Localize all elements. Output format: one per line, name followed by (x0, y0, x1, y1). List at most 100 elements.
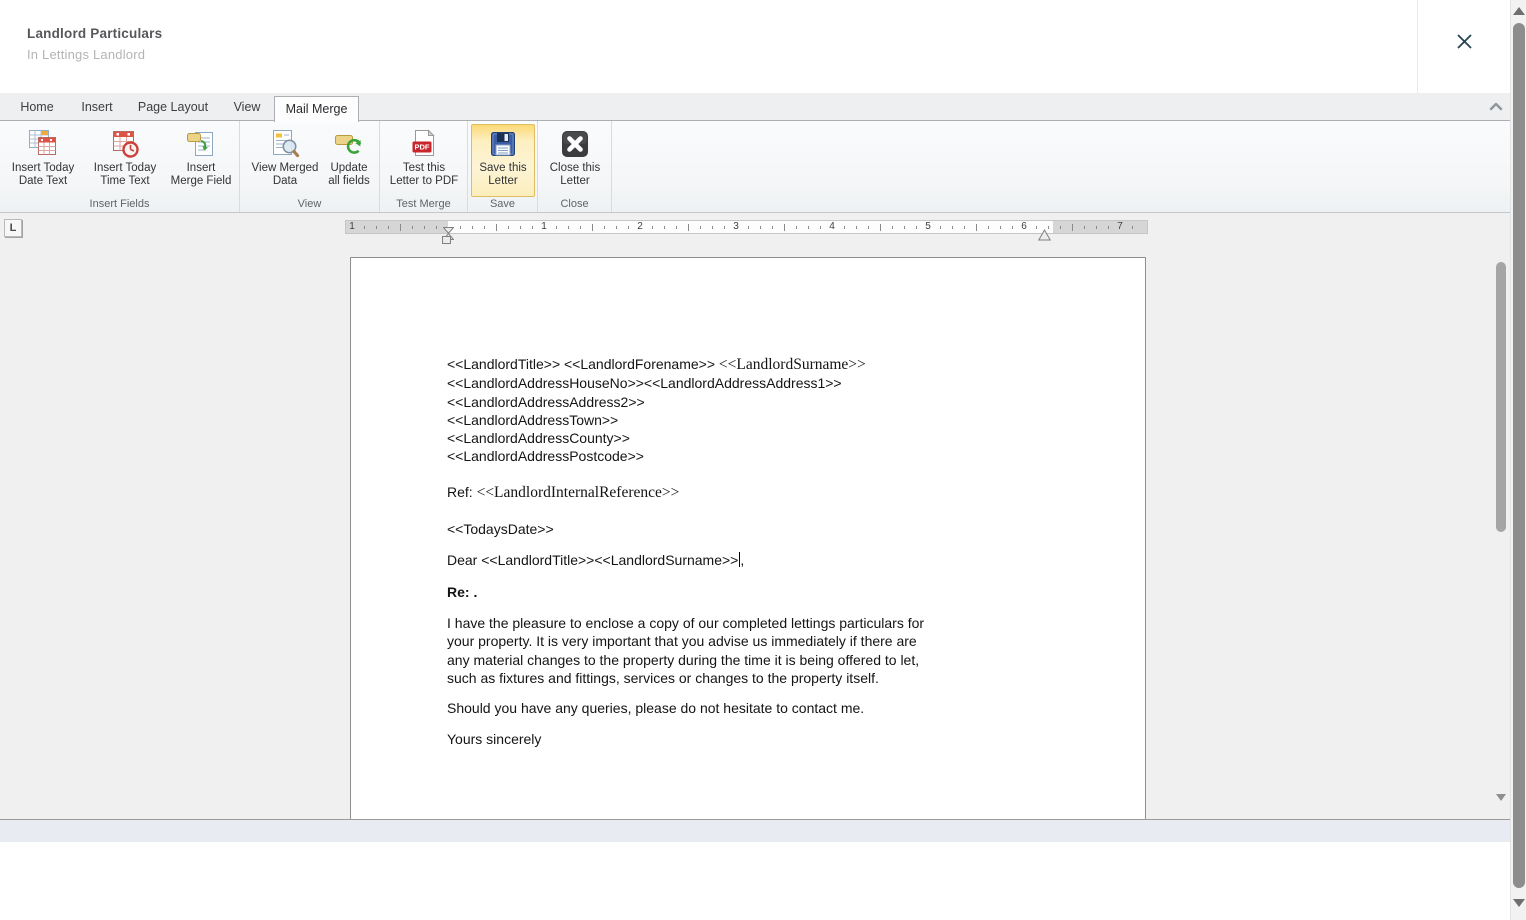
ruler-tick (460, 226, 461, 229)
ribbon-tab-bar: Home Insert Page Layout View Mail Merge (0, 93, 1510, 122)
ruler-number: 1 (541, 221, 547, 232)
pdf-icon: PDF (408, 128, 440, 160)
ruler-number: 3 (733, 221, 739, 232)
address-line: <<LandlordAddressPostcode>> (447, 448, 644, 465)
close-this-letter-button[interactable]: Close this Letter (540, 124, 610, 197)
ruler-tick (904, 226, 905, 229)
page-scroll-up-button[interactable] (1513, 7, 1525, 17)
ribbon-group-insert-fields: Insert Today Date Text Insert Today Time… (0, 121, 240, 212)
ruler-tick (1084, 226, 1085, 229)
subject-line: Re: . (447, 583, 478, 600)
ruler-tick (1132, 226, 1133, 229)
ribbon-group-view: View Merged Data Update all fields View (240, 121, 380, 212)
button-label: Insert Today Time Text (93, 162, 157, 187)
ruler-tick (1072, 224, 1073, 231)
ruler-tick (724, 226, 725, 229)
ruler-tick (856, 226, 857, 229)
salutation-line: Dear <<LandlordTitle>><<LandlordSurname>… (447, 552, 745, 569)
ruler-number: 6 (1021, 221, 1027, 232)
ruler-tick (424, 226, 425, 229)
insert-merge-field-button[interactable]: Insert Merge Field (166, 124, 236, 197)
address-line: <<LandlordAddressHouseNo>><<LandlordAddr… (447, 375, 842, 392)
body-paragraph: I have the pleasure to enclose a copy of… (447, 614, 1145, 687)
test-letter-to-pdf-button[interactable]: PDF Test this Letter to PDF (384, 124, 464, 197)
letter-page[interactable]: <<LandlordTitle>> <<LandlordForename>> <… (350, 257, 1146, 819)
ruler-tick (568, 226, 569, 229)
close-icon (1455, 32, 1474, 56)
tab-home[interactable]: Home (14, 93, 60, 121)
ruler-number: 5 (925, 221, 931, 232)
body-line: your property. It is very important that… (447, 633, 917, 650)
arrow-down-icon (1496, 794, 1506, 818)
ruler-tick (676, 226, 677, 229)
mail-merge-letter-window: Landlord Particulars In Lettings Landlor… (0, 0, 1526, 920)
address-line: <<LandlordAddressCounty>> (447, 430, 630, 447)
ruler-tick (784, 224, 785, 231)
ruler-tick (760, 226, 761, 229)
page-title: Landlord Particulars (27, 26, 163, 41)
button-label: Update all fields (328, 162, 370, 187)
ruler-tick (496, 224, 497, 231)
editor-scrollbar-thumb[interactable] (1496, 262, 1506, 532)
collapse-ribbon-button[interactable] (1486, 99, 1506, 115)
tab-insert[interactable]: Insert (72, 93, 122, 121)
chevron-up-icon (1489, 98, 1503, 116)
ruler: 1 1 2 3 4 5 6 7 (345, 220, 1148, 241)
tab-page-layout[interactable]: Page Layout (130, 93, 216, 121)
ribbon: Insert Today Date Text Insert Today Time… (0, 121, 1510, 213)
address-block: <<LandlordTitle>> <<LandlordForename>> <… (447, 355, 1145, 466)
ruler-tick (892, 226, 893, 229)
ruler-number: 1 (349, 221, 355, 232)
ruler-number: 7 (1117, 221, 1123, 232)
group-label-close: Close (560, 198, 589, 210)
ruler-tick (712, 226, 713, 229)
ruler-number: 2 (637, 221, 643, 232)
editor-scroll-down-button[interactable] (1496, 794, 1506, 818)
right-indent-marker[interactable] (1037, 228, 1052, 246)
ruler-tick (400, 224, 401, 231)
ruler-tick (484, 226, 485, 229)
ruler-ticks: 1 1 2 3 4 5 6 7 (346, 221, 1147, 233)
update-all-fields-button[interactable]: Update all fields (322, 124, 376, 197)
ruler-tick (1096, 226, 1097, 229)
ribbon-group-close: Close this Letter Close (538, 121, 612, 212)
ribbon-group-save: Save this Letter Save (468, 121, 538, 212)
body-line: any material changes to the property dur… (447, 651, 920, 668)
address-line: <<LandlordAddressTown>> (447, 411, 619, 428)
button-label: Insert Merge Field (170, 162, 232, 187)
ruler-tick (964, 226, 965, 229)
ruler-tick (628, 226, 629, 229)
group-label-save: Save (489, 198, 516, 210)
insert-today-time-button[interactable]: Insert Today Time Text (86, 124, 164, 197)
group-label-view: View (297, 198, 322, 210)
view-merged-data-button[interactable]: View Merged Data (248, 124, 322, 197)
letter-document: <<LandlordTitle>> <<LandlordForename>> <… (447, 355, 1145, 749)
title-block: Landlord Particulars In Lettings Landlor… (27, 26, 162, 62)
date-line: <<TodaysDate>> (447, 521, 554, 538)
ruler-tick (952, 226, 953, 229)
svg-text:PDF: PDF (415, 143, 430, 152)
save-this-letter-button[interactable]: Save this Letter (471, 124, 535, 197)
tab-mail-merge[interactable]: Mail Merge (274, 96, 359, 122)
ruler-tick (592, 224, 593, 231)
editor-scroll-up-button[interactable] (1496, 246, 1506, 270)
close-window-button[interactable] (1446, 26, 1482, 62)
ruler-tick (376, 226, 377, 229)
ruler-tick (532, 226, 533, 229)
ruler-tick (652, 226, 653, 229)
ruler-tick (940, 226, 941, 229)
page-scrollbar-thumb[interactable] (1513, 23, 1525, 888)
left-indent-marker[interactable] (442, 236, 451, 244)
ruler-tick (508, 226, 509, 229)
merge-field-icon (185, 128, 217, 160)
ruler-tick (748, 226, 749, 229)
ruler-tick (1060, 226, 1061, 229)
ruler-tick (436, 226, 437, 229)
tab-view[interactable]: View (224, 93, 270, 121)
tab-stop-selector[interactable]: L (4, 219, 22, 237)
ruler-tick (664, 226, 665, 229)
page-scroll-down-button[interactable] (1513, 899, 1525, 909)
button-label: Close this Letter (549, 162, 601, 187)
insert-today-date-button[interactable]: Insert Today Date Text (6, 124, 80, 197)
ruler-tick (556, 226, 557, 229)
